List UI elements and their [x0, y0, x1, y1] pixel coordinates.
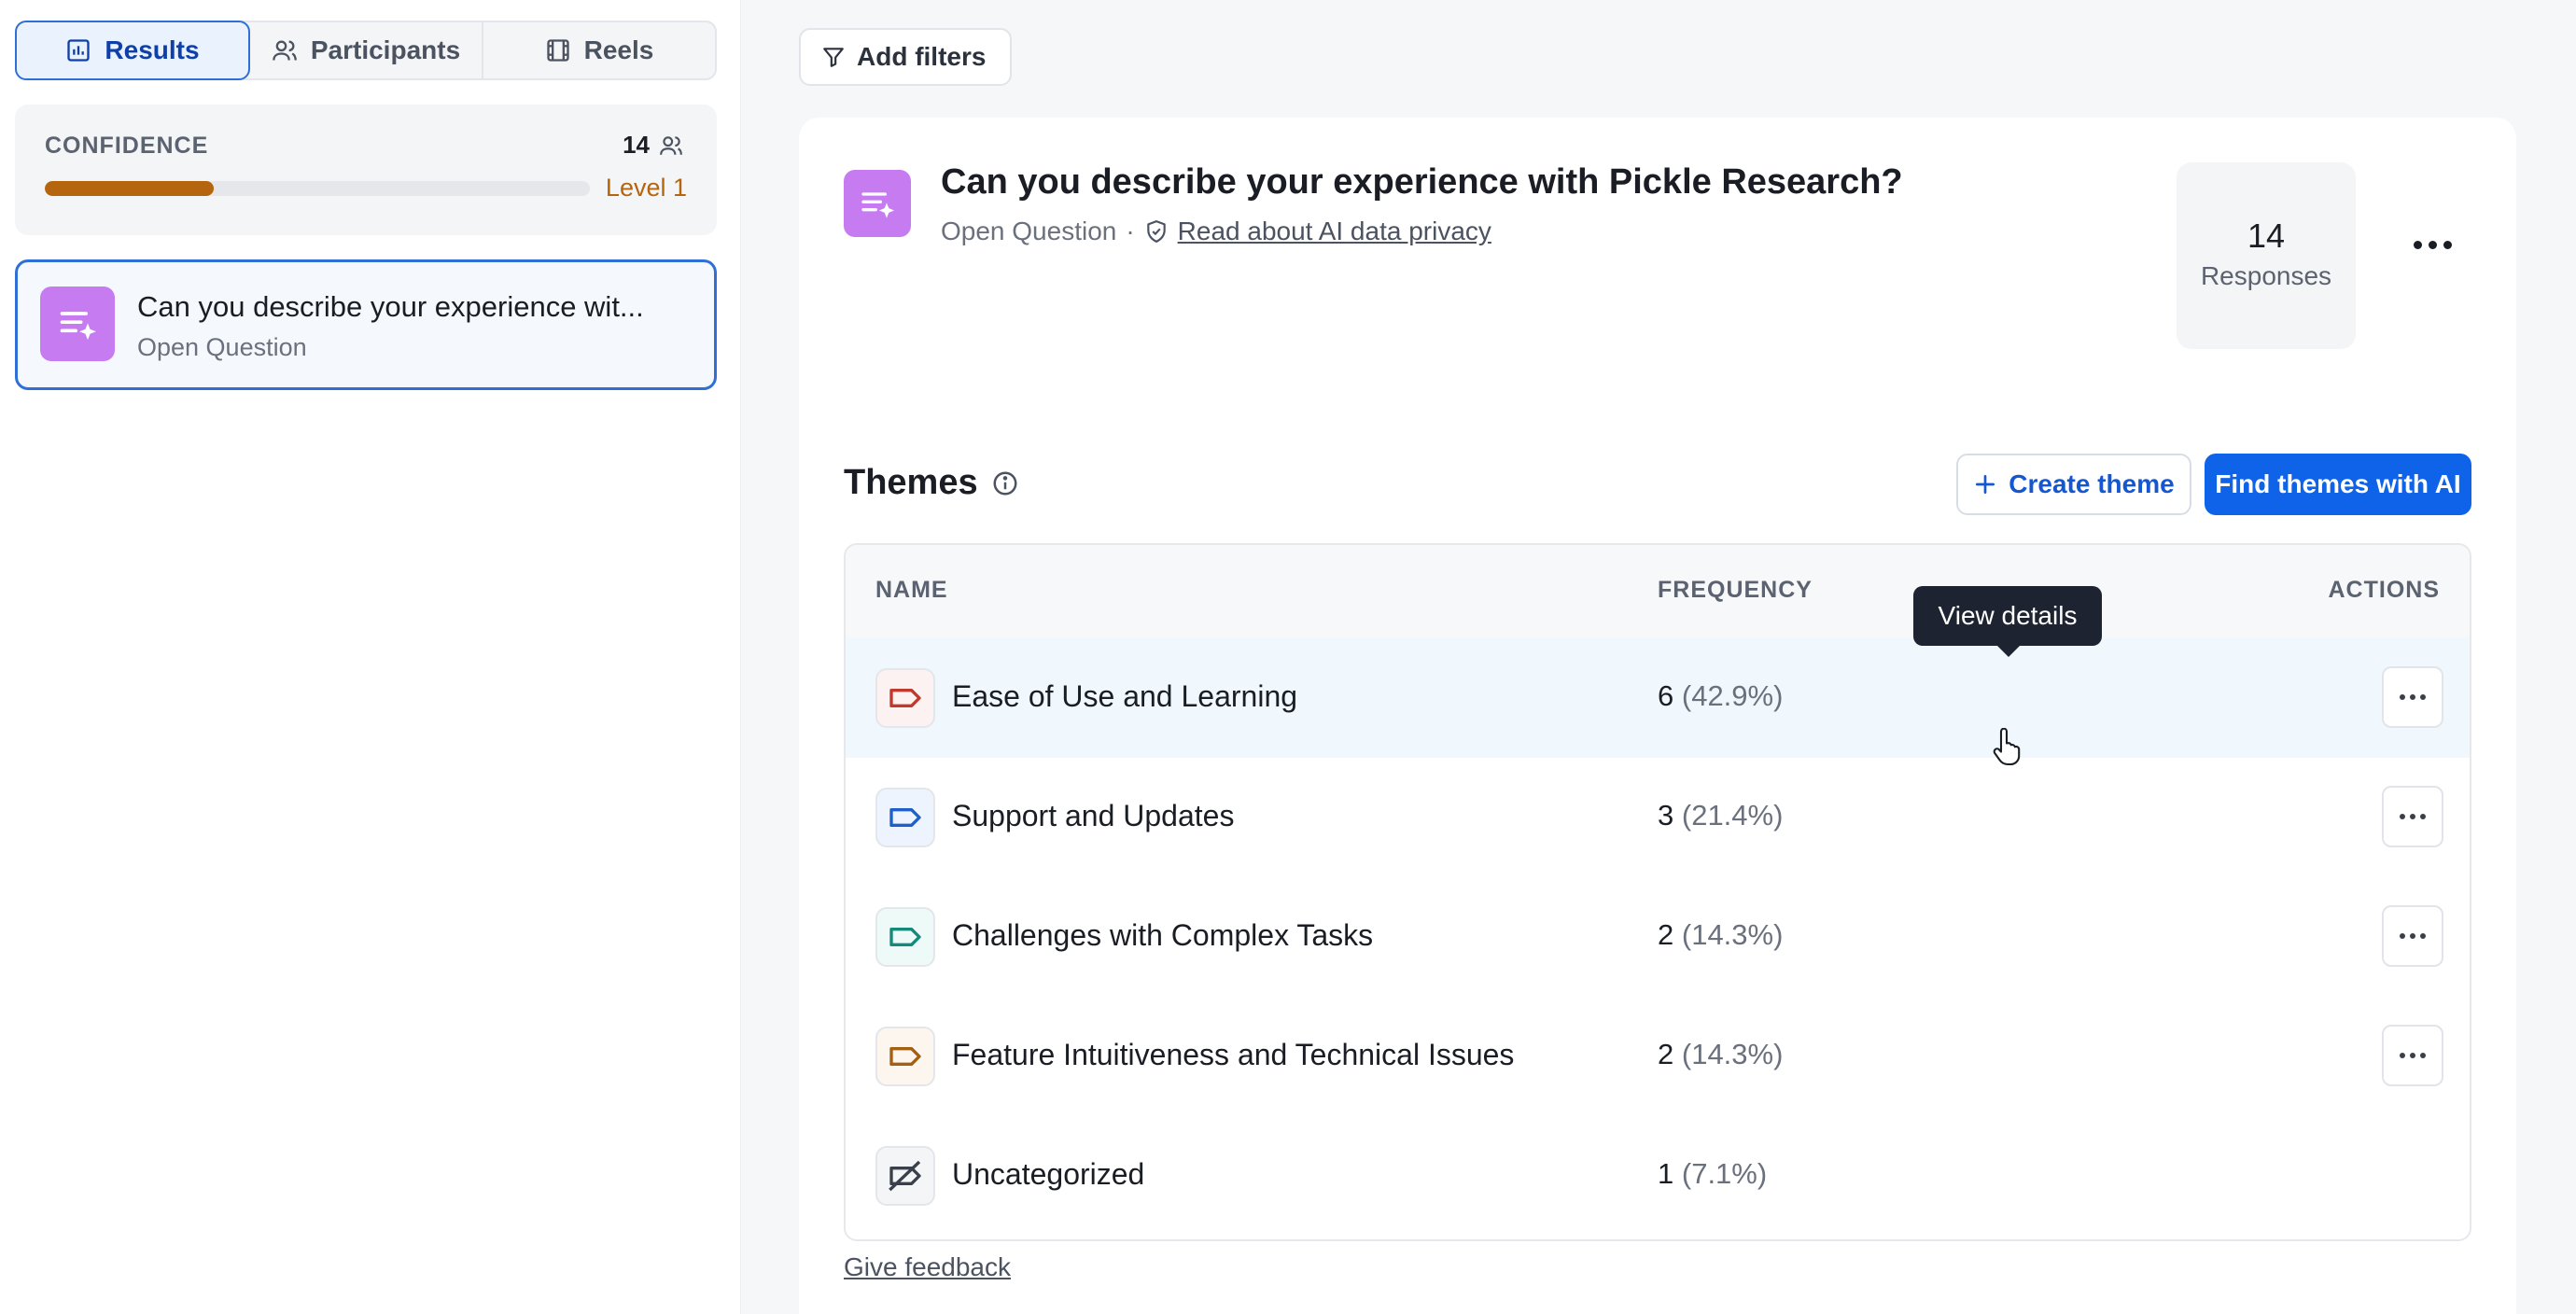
question-list-title: Can you describe your experience wit... — [137, 290, 644, 323]
table-row[interactable]: Feature Intuitiveness and Technical Issu… — [846, 997, 2470, 1116]
responses-label: Responses — [2200, 261, 2332, 290]
plus-icon — [1976, 474, 1995, 495]
theme-count: 6 — [1658, 679, 1674, 712]
responses-count: 14 — [2247, 217, 2286, 255]
question-panel: Can you describe your experience with Pi… — [799, 118, 2516, 1314]
tag-icon — [875, 907, 935, 967]
table-row[interactable]: Uncategorized 1 (7.1%) — [846, 1116, 2470, 1236]
view-details-tooltip: View details — [1913, 586, 2102, 657]
theme-frequency: 1 (7.1%) — [1658, 1157, 1767, 1191]
confidence-progress-bar — [45, 181, 590, 196]
theme-count: 1 — [1658, 1157, 1674, 1190]
question-type: Open Question — [941, 217, 1117, 245]
column-frequency: FREQUENCY — [1658, 577, 1813, 603]
create-theme-label: Create theme — [2009, 469, 2175, 498]
row-more-icon[interactable] — [2382, 786, 2443, 847]
theme-name[interactable]: Uncategorized — [952, 1157, 1144, 1192]
theme-frequency: 2 (14.3%) — [1658, 918, 1783, 952]
question-list-type: Open Question — [137, 333, 307, 361]
tab-participants-label: Participants — [310, 35, 461, 64]
theme-name[interactable]: Challenges with Complex Tasks — [952, 918, 1373, 953]
tab-participants[interactable]: Participants — [250, 22, 483, 78]
row-more-icon[interactable] — [2382, 1025, 2443, 1086]
themes-title: Themes — [844, 463, 978, 502]
theme-percent: (14.3%) — [1681, 918, 1784, 951]
theme-frequency: 3 (21.4%) — [1658, 799, 1783, 832]
table-row[interactable]: Ease of Use and Learning 6 (42.9%) — [846, 638, 2470, 758]
question-title: Can you describe your experience with Pi… — [941, 162, 1903, 202]
main-content: Add filters Can you describe your experi… — [741, 0, 2576, 1314]
row-more-icon[interactable] — [2382, 666, 2443, 728]
theme-count: 3 — [1658, 799, 1674, 832]
hand-cursor-icon — [1993, 728, 2021, 766]
theme-name[interactable]: Ease of Use and Learning — [952, 679, 1297, 714]
tab-results[interactable]: Results — [15, 21, 250, 80]
themes-table: NAME FREQUENCY ACTIONS Ease of Use and L… — [844, 543, 2471, 1241]
confidence-card: CONFIDENCE 14 Level 1 — [15, 105, 717, 235]
column-name: NAME — [875, 577, 948, 603]
tab-results-label: Results — [105, 35, 200, 64]
theme-percent: (42.9%) — [1681, 679, 1784, 712]
theme-percent: (7.1%) — [1681, 1157, 1768, 1190]
ai-privacy-link[interactable]: Read about AI data privacy — [1178, 217, 1491, 246]
users-icon — [660, 135, 682, 155]
table-row[interactable]: Support and Updates 3 (21.4%) — [846, 758, 2470, 877]
responses-summary: 14 Responses — [2177, 162, 2356, 349]
table-row[interactable]: Challenges with Complex Tasks 2 (14.3%) — [846, 877, 2470, 997]
tab-reels[interactable]: Reels — [483, 22, 715, 78]
users-icon — [273, 40, 297, 61]
tag-icon — [875, 1027, 935, 1086]
confidence-level: Level 1 — [605, 174, 687, 202]
ai-text-icon — [844, 170, 911, 237]
confidence-count-value: 14 — [623, 131, 650, 159]
ai-text-icon — [40, 287, 115, 361]
meta-separator: · — [1126, 217, 1135, 245]
theme-name[interactable]: Feature Intuitiveness and Technical Issu… — [952, 1038, 1514, 1072]
filter-icon — [823, 48, 844, 67]
confidence-progress-fill — [45, 181, 215, 196]
table-header: NAME FREQUENCY ACTIONS — [846, 545, 2470, 638]
theme-count: 2 — [1658, 918, 1674, 951]
create-theme-button[interactable]: Create theme — [1956, 454, 2191, 515]
add-filters-label: Add filters — [857, 42, 987, 71]
question-list-item[interactable]: Can you describe your experience wit... … — [15, 259, 717, 390]
sidebar: Results Participants Reels CONFIDENCE 14… — [0, 0, 741, 1314]
column-actions: ACTIONS — [2328, 577, 2440, 603]
theme-count: 2 — [1658, 1038, 1674, 1070]
theme-frequency: 6 (42.9%) — [1658, 679, 1783, 713]
theme-frequency: 2 (14.3%) — [1658, 1038, 1783, 1071]
find-themes-ai-button[interactable]: Find themes with AI — [2205, 454, 2471, 515]
theme-name[interactable]: Support and Updates — [952, 799, 1234, 833]
confidence-label: CONFIDENCE — [45, 133, 209, 159]
tag-off-icon — [875, 1146, 935, 1206]
themes-heading: Themes — [844, 463, 1019, 503]
confidence-count: 14 — [623, 131, 683, 160]
give-feedback-link[interactable]: Give feedback — [844, 1252, 1011, 1282]
tag-icon — [875, 788, 935, 847]
add-filters-button[interactable]: Add filters — [799, 28, 1013, 86]
theme-percent: (21.4%) — [1681, 799, 1784, 832]
row-more-icon[interactable] — [2382, 905, 2443, 967]
bar-chart-icon — [67, 39, 91, 62]
shield-check-icon — [1146, 220, 1166, 243]
info-icon[interactable] — [991, 469, 1019, 497]
tag-icon — [875, 668, 935, 728]
more-horizontal-icon[interactable] — [2404, 233, 2460, 256]
question-meta: Open Question · Read about AI data priva… — [941, 217, 1491, 246]
tab-reels-label: Reels — [583, 35, 654, 64]
film-icon — [546, 39, 569, 62]
theme-percent: (14.3%) — [1681, 1038, 1784, 1070]
view-tabs: Results Participants Reels — [15, 21, 717, 80]
